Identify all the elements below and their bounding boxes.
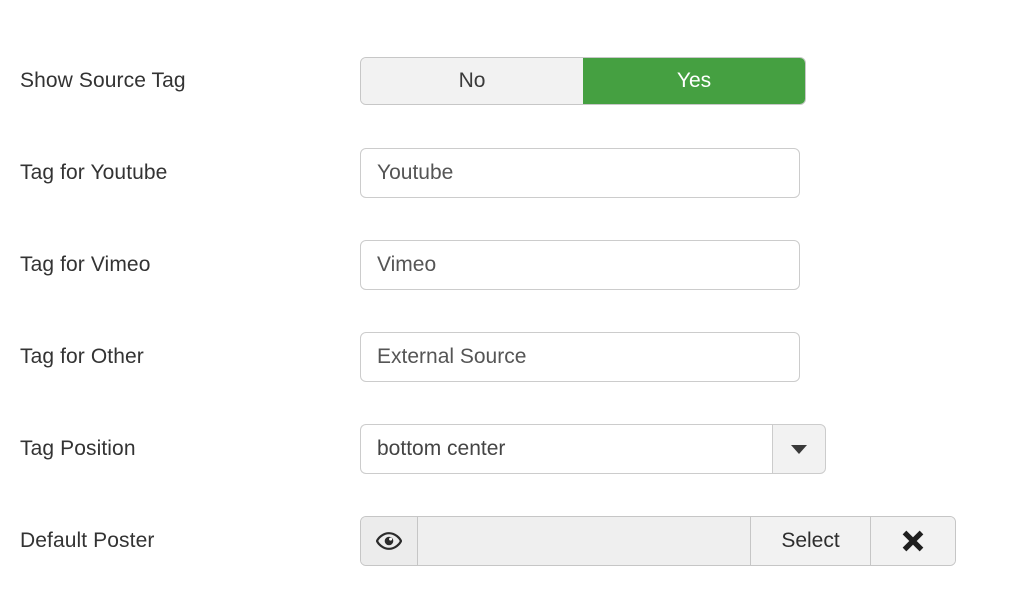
tag-position-select[interactable]: bottom center bbox=[360, 424, 826, 474]
close-x-icon bbox=[899, 527, 927, 555]
default-poster-select-button[interactable]: Select bbox=[751, 517, 871, 565]
label-tag-vimeo: Tag for Vimeo bbox=[20, 253, 151, 277]
form-row-tag-position: Tag Position bottom center bbox=[0, 421, 1028, 477]
default-poster-path-input[interactable] bbox=[418, 517, 751, 565]
show-source-tag-toggle-group[interactable]: No Yes bbox=[360, 57, 806, 105]
default-poster-preview-button[interactable] bbox=[361, 517, 418, 565]
chevron-down-icon bbox=[791, 444, 807, 454]
label-default-poster: Default Poster bbox=[20, 529, 155, 553]
control-tag-vimeo bbox=[360, 240, 1028, 290]
control-default-poster: Select bbox=[360, 516, 1028, 566]
tag-vimeo-input[interactable] bbox=[360, 240, 800, 290]
form-row-tag-youtube: Tag for Youtube bbox=[0, 145, 1028, 201]
default-poster-clear-button[interactable] bbox=[871, 517, 955, 565]
toggle-option-yes[interactable]: Yes bbox=[583, 58, 805, 104]
tag-position-selected-value[interactable]: bottom center bbox=[360, 424, 772, 474]
label-tag-other: Tag for Other bbox=[20, 345, 144, 369]
control-tag-youtube bbox=[360, 148, 1028, 198]
toggle-option-no[interactable]: No bbox=[361, 58, 583, 104]
settings-form: Show Source Tag No Yes Tag for Youtube T… bbox=[0, 0, 1028, 602]
form-row-tag-vimeo: Tag for Vimeo bbox=[0, 237, 1028, 293]
label-show-source-tag: Show Source Tag bbox=[20, 69, 186, 93]
eye-icon bbox=[376, 532, 402, 550]
control-tag-other bbox=[360, 332, 1028, 382]
label-tag-position: Tag Position bbox=[20, 437, 136, 461]
tag-position-dropdown-button[interactable] bbox=[772, 424, 826, 474]
label-tag-youtube: Tag for Youtube bbox=[20, 161, 168, 185]
form-row-show-source-tag: Show Source Tag No Yes bbox=[0, 53, 1028, 109]
form-row-default-poster: Default Poster Select bbox=[0, 513, 1028, 569]
tag-other-input[interactable] bbox=[360, 332, 800, 382]
control-tag-position: bottom center bbox=[360, 424, 1028, 474]
control-show-source-tag: No Yes bbox=[360, 57, 1028, 105]
tag-youtube-input[interactable] bbox=[360, 148, 800, 198]
form-row-tag-other: Tag for Other bbox=[0, 329, 1028, 385]
default-poster-picker: Select bbox=[360, 516, 956, 566]
